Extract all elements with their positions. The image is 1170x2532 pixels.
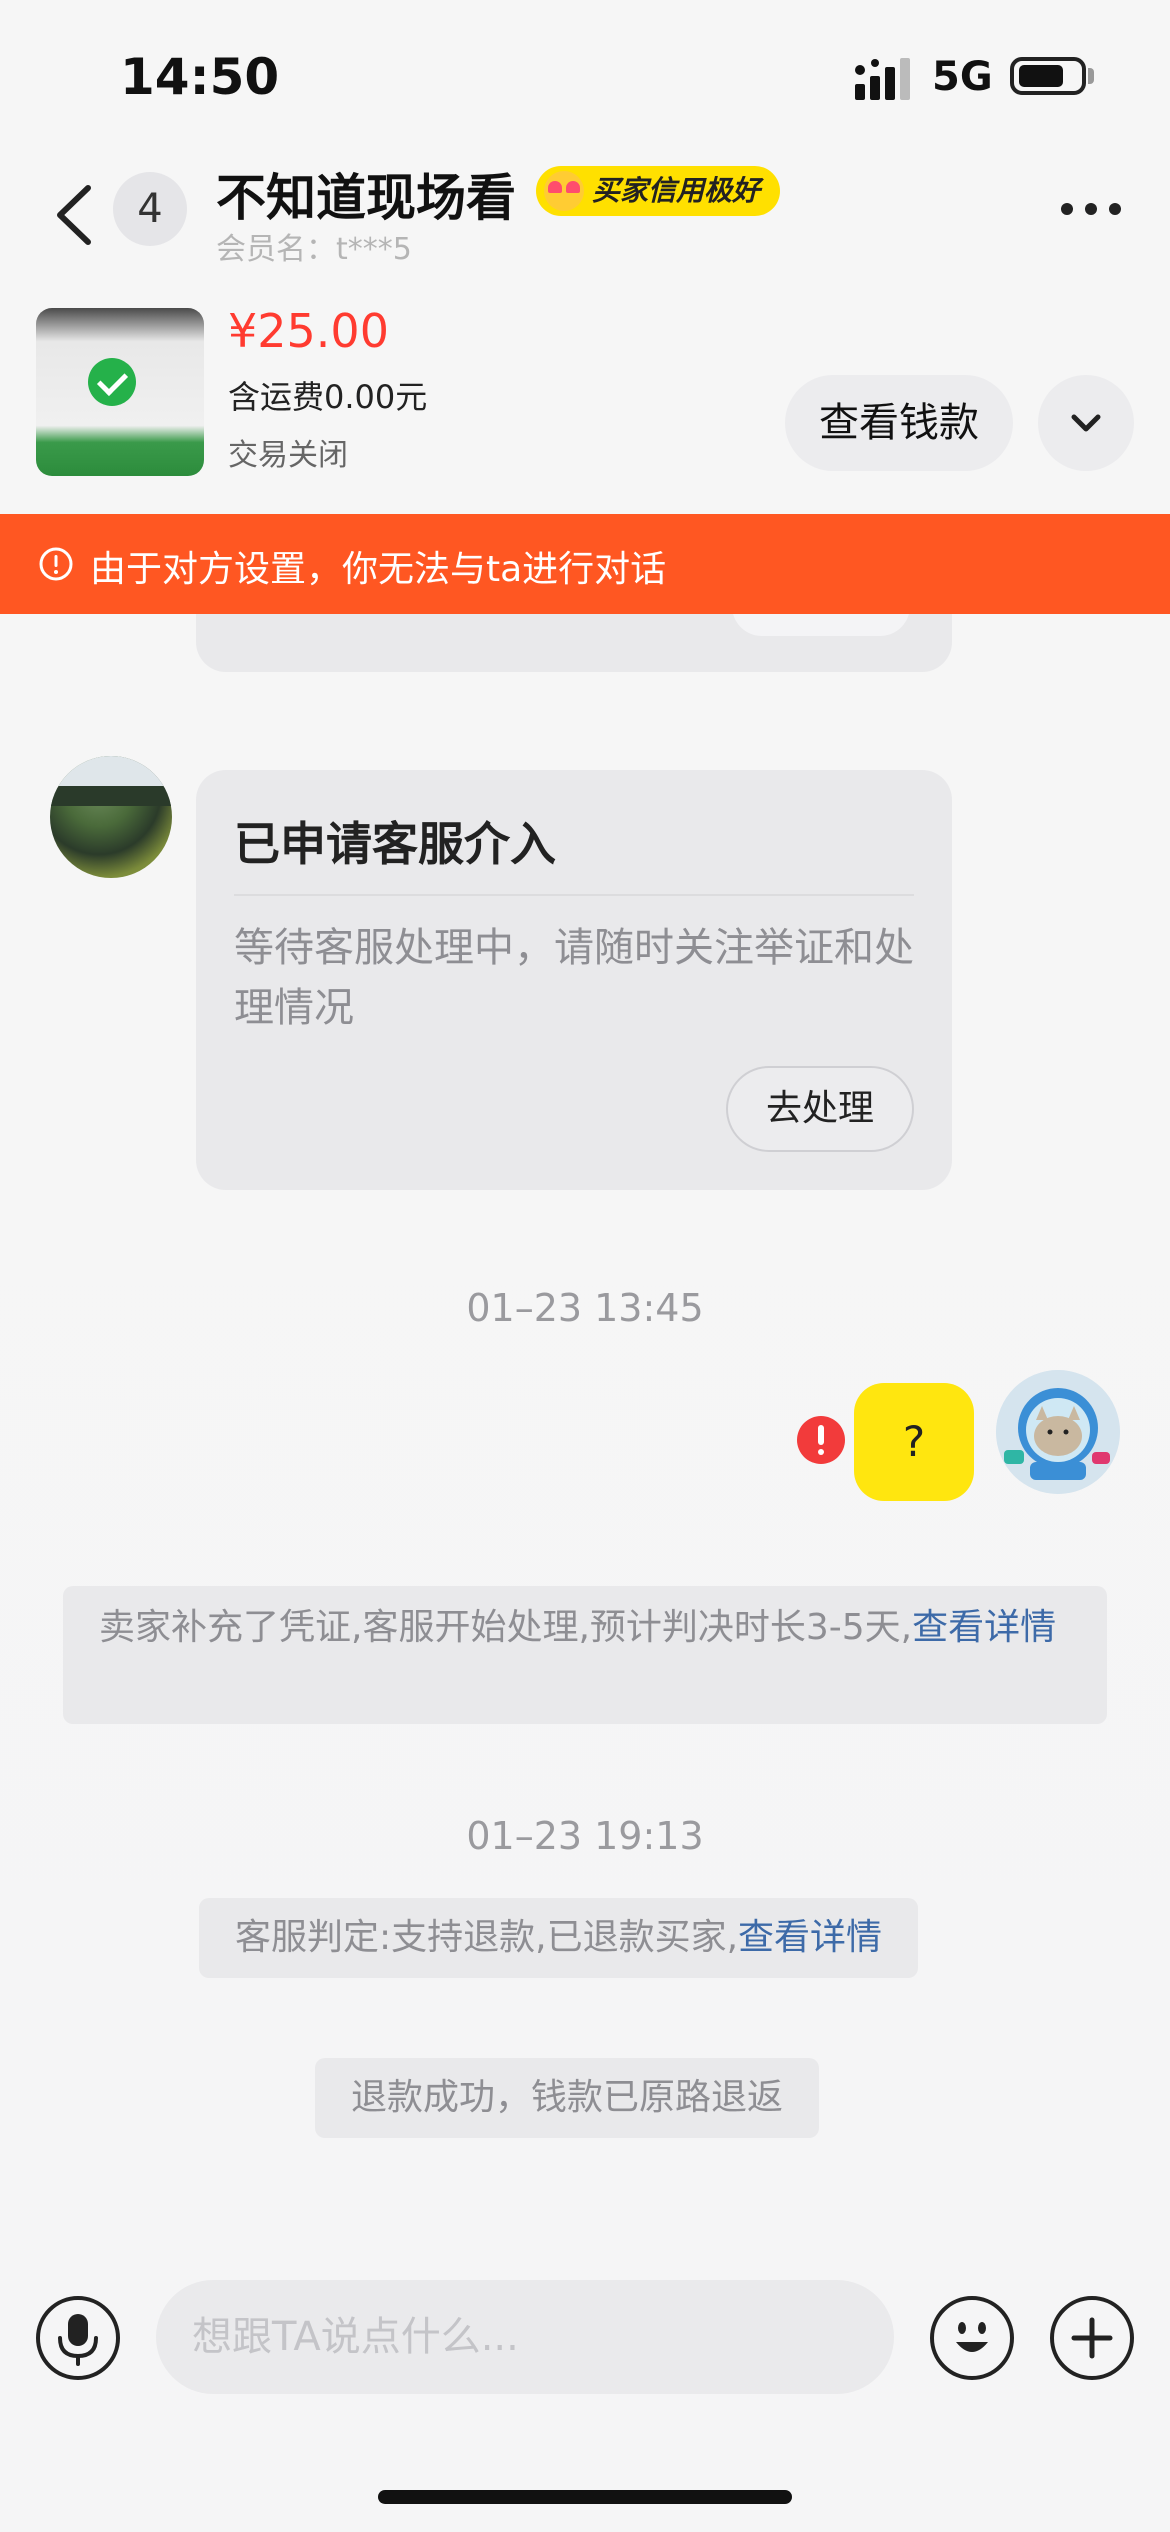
system-message-text: 客服判定:支持退款,已退款买家, (235, 1917, 739, 1958)
warning-banner: 由于对方设置，你无法与ta进行对话 (0, 514, 1170, 614)
view-details-link[interactable]: 查看详情 (738, 1917, 882, 1958)
product-card[interactable]: ¥25.00 含运费0.00元 交易关闭 查看钱款 (0, 300, 1170, 490)
heart-eyes-icon (544, 171, 584, 211)
back-icon[interactable] (50, 180, 100, 250)
timestamp: 01–23 13:45 (466, 1286, 704, 1330)
status-bar: 14:50 5G (0, 0, 1170, 150)
peer-name[interactable]: 不知道现场看 (216, 158, 516, 230)
warning-icon (39, 547, 73, 581)
card-description: 等待客服处理中，请随时关注举证和处理情况 (234, 925, 914, 1031)
credit-badge[interactable]: 买家信用极好 (536, 166, 781, 216)
system-message: 退款成功，钱款已原路退返 (315, 2058, 820, 2138)
member-name: 会员名：t***5 (216, 232, 412, 267)
shipping-fee: 含运费0.00元 (228, 378, 428, 416)
chat-header: 4 不知道现场看 买家信用极好 会员名：t***5 (0, 150, 1170, 270)
status-time: 14:50 (120, 48, 280, 106)
credit-badge-label: 买家信用极好 (592, 174, 761, 207)
view-funds-button[interactable]: 查看钱款 (785, 375, 1013, 471)
my-message-bubble[interactable]: ? (854, 1383, 974, 1501)
order-status: 交易关闭 (228, 438, 348, 473)
timestamp: 01–23 19:13 (466, 1814, 704, 1858)
voice-button[interactable] (36, 2296, 120, 2380)
product-thumbnail[interactable] (36, 308, 204, 476)
microphone-icon (58, 2314, 98, 2366)
system-message-text: 退款成功，钱款已原路退返 (351, 2077, 784, 2118)
plus-button[interactable] (1050, 2296, 1134, 2380)
message-input[interactable] (156, 2280, 894, 2394)
error-icon[interactable] (797, 1416, 845, 1464)
system-message: 客服判定:支持退款,已退款买家,查看详情 (199, 1898, 919, 1978)
process-button[interactable]: 去处理 (726, 1066, 914, 1152)
card-divider (234, 894, 914, 896)
expand-button[interactable] (1038, 375, 1134, 471)
warning-text: 由于对方设置，你无法与ta进行对话 (90, 549, 667, 590)
product-price: ¥25.00 (228, 304, 389, 358)
system-message: 卖家补充了凭证,客服开始处理,预计判决时长3-5天,查看详情 (63, 1586, 1107, 1724)
my-avatar[interactable] (996, 1370, 1120, 1494)
battery-icon (1010, 57, 1086, 95)
check-icon (88, 358, 136, 406)
emoji-button[interactable] (930, 2296, 1014, 2380)
intervention-card: 已申请客服介入 等待客服处理中，请随时关注举证和处理情况 去处理 (196, 770, 952, 1190)
network-type: 5G (932, 54, 993, 100)
input-bar (0, 2260, 1170, 2410)
signal-icon (855, 58, 910, 100)
more-icon[interactable] (1060, 202, 1122, 216)
system-message-text: 卖家补充了凭证,客服开始处理,预计判决时长3-5天, (99, 1607, 913, 1648)
card-title: 已申请客服介入 (234, 817, 556, 871)
chat-screen: 14:50 5G 4 不知道现场看 买家信用极好 会员名：t***5 ¥25.0… (0, 0, 1170, 2532)
unread-count-badge[interactable]: 4 (113, 172, 187, 246)
plus-icon (1071, 2317, 1113, 2359)
chevron-down-icon (1071, 414, 1101, 432)
peer-avatar[interactable] (50, 756, 172, 878)
cat-astronaut-icon (996, 1370, 1120, 1494)
view-details-link[interactable]: 查看详情 (912, 1607, 1056, 1648)
emoji-icon (956, 2322, 988, 2352)
home-indicator[interactable] (378, 2490, 792, 2504)
